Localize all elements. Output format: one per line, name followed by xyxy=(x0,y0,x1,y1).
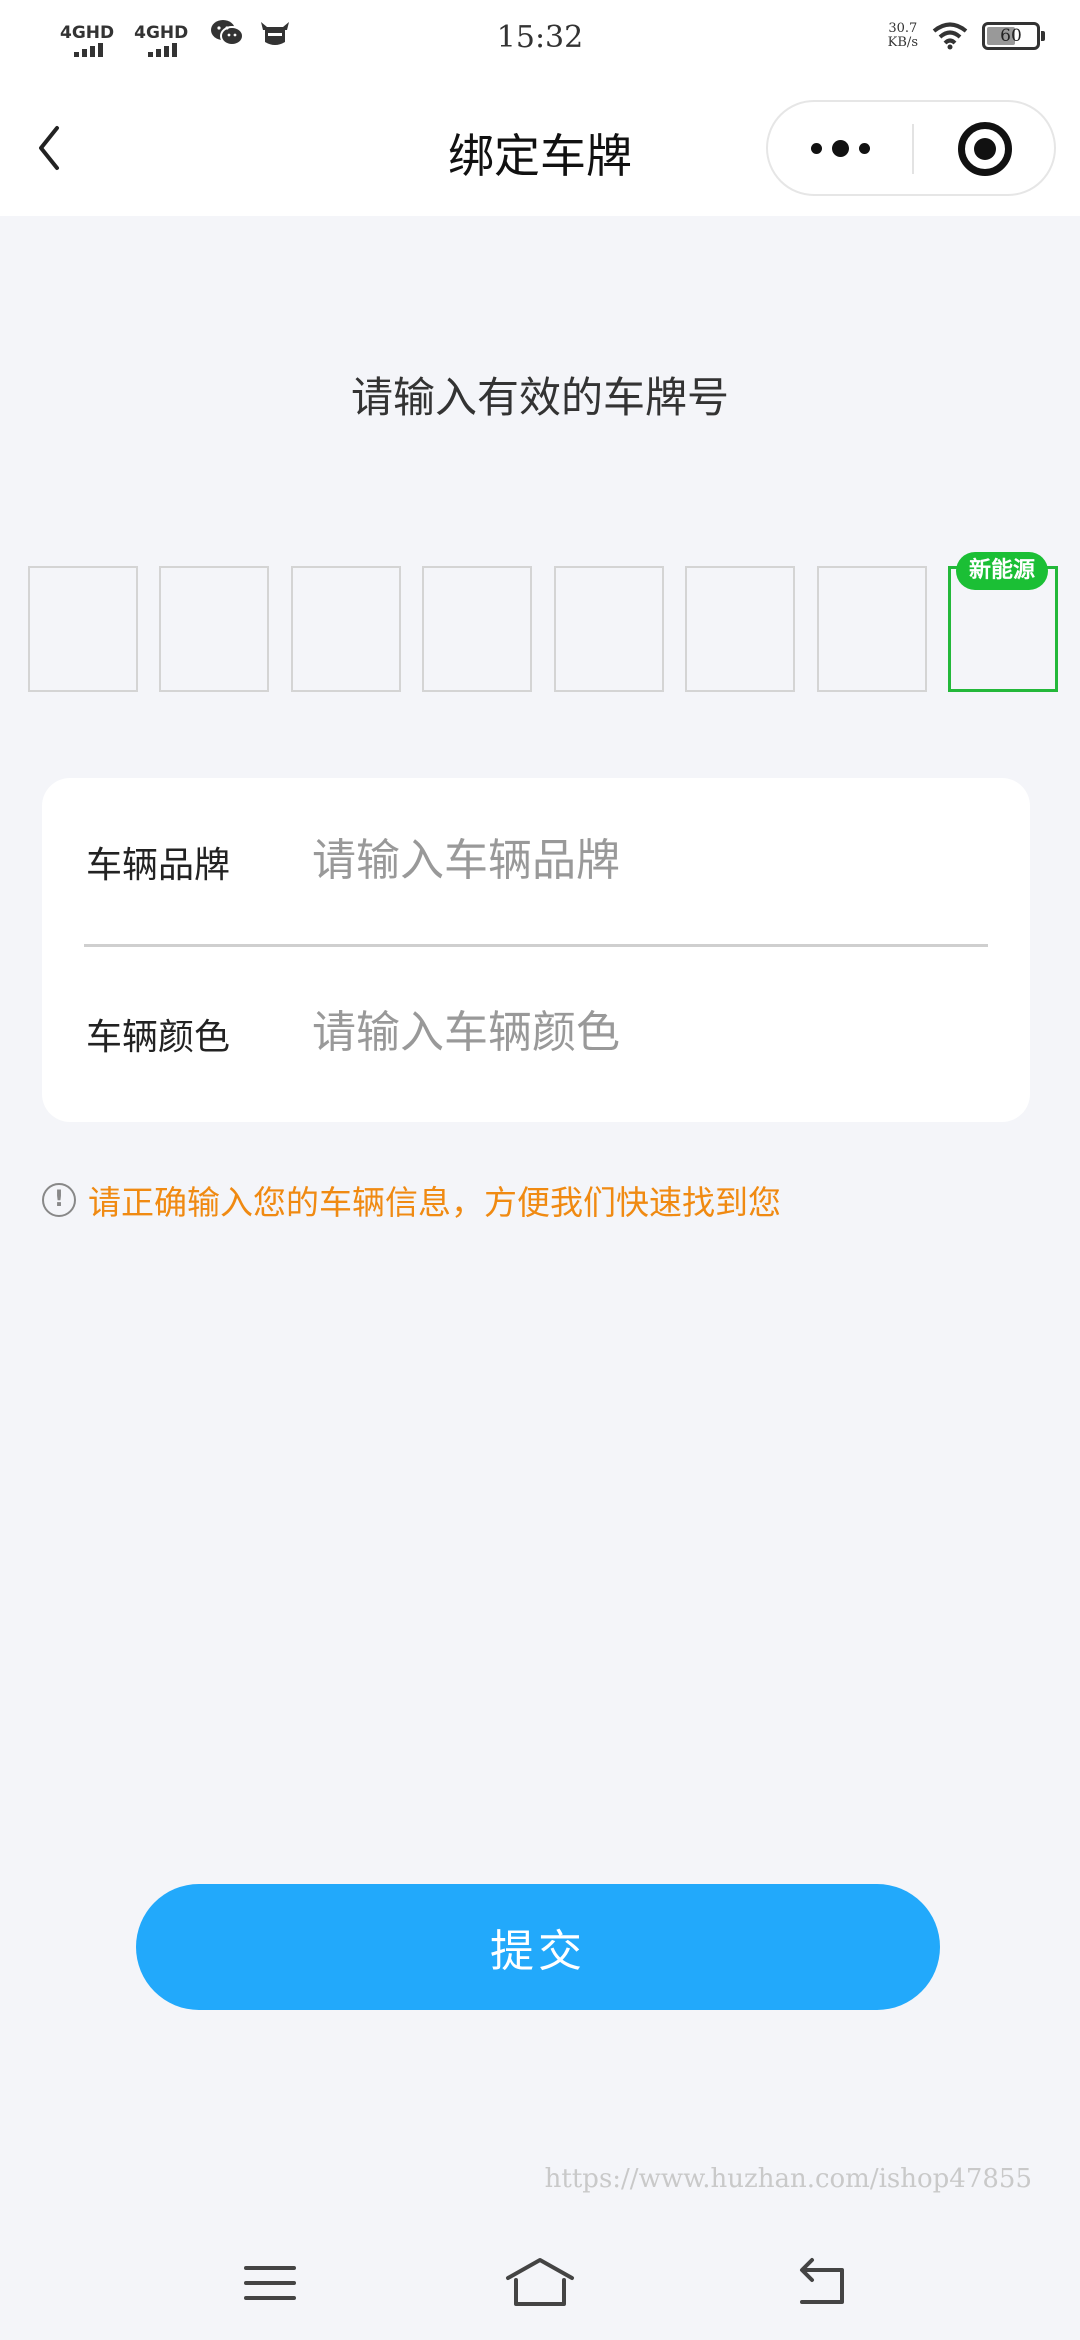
color-row: 车辆颜色 xyxy=(42,950,1030,1120)
battery-icon: 60 xyxy=(982,22,1045,50)
mini-program-capsule xyxy=(766,100,1056,196)
plate-char-box[interactable] xyxy=(291,566,401,692)
wifi-icon xyxy=(932,22,968,50)
network-speed: 30.7 KB/s xyxy=(888,22,918,50)
speed-unit: KB/s xyxy=(887,35,918,50)
target-circle-icon[interactable] xyxy=(958,122,1012,176)
system-nav-bar xyxy=(0,2220,1080,2340)
info-tip: ! 请正确输入您的车辆信息，方便我们快速找到您 xyxy=(42,1176,781,1224)
menu-icon[interactable] xyxy=(230,2248,310,2318)
brand-label: 车辆品牌 xyxy=(86,845,231,886)
plate-char-box[interactable] xyxy=(28,566,138,692)
vehicle-info-card: 车辆品牌 车辆颜色 xyxy=(42,778,1030,1122)
plate-char-box[interactable] xyxy=(554,566,664,692)
info-circle-icon: ! xyxy=(42,1183,76,1217)
submit-button[interactable]: 提交 xyxy=(136,1884,940,2010)
watermark: https://www.huzhan.com/ishop47855 xyxy=(544,2164,1032,2194)
plate-input-row: 新能源 xyxy=(28,552,1058,694)
new-energy-badge: 新能源 xyxy=(956,552,1048,590)
status-bar: 4GHD 4GHD 15:32 30.7 KB/s 60 xyxy=(0,0,1080,80)
divider xyxy=(84,944,988,947)
plate-char-box[interactable] xyxy=(817,566,927,692)
brand-input[interactable] xyxy=(312,820,972,900)
plate-char-box[interactable] xyxy=(159,566,269,692)
capsule-divider xyxy=(912,124,914,174)
tip-text: 请正确输入您的车辆信息，方便我们快速找到您 xyxy=(88,1183,781,1222)
plate-prompt: 请输入有效的车牌号 xyxy=(350,373,729,422)
back-icon[interactable] xyxy=(782,2248,862,2318)
plate-char-box[interactable] xyxy=(422,566,532,692)
color-label: 车辆颜色 xyxy=(86,1017,231,1058)
color-input[interactable] xyxy=(312,992,972,1072)
status-right: 30.7 KB/s 60 xyxy=(888,22,1045,50)
nav-bar: 绑定车牌 xyxy=(0,80,1080,216)
plate-char-box[interactable] xyxy=(685,566,795,692)
home-icon[interactable] xyxy=(500,2248,580,2318)
brand-row: 车辆品牌 xyxy=(42,778,1030,948)
battery-level: 60 xyxy=(1000,26,1022,46)
more-dots-icon[interactable] xyxy=(768,102,912,194)
speed-value: 30.7 xyxy=(888,21,918,36)
